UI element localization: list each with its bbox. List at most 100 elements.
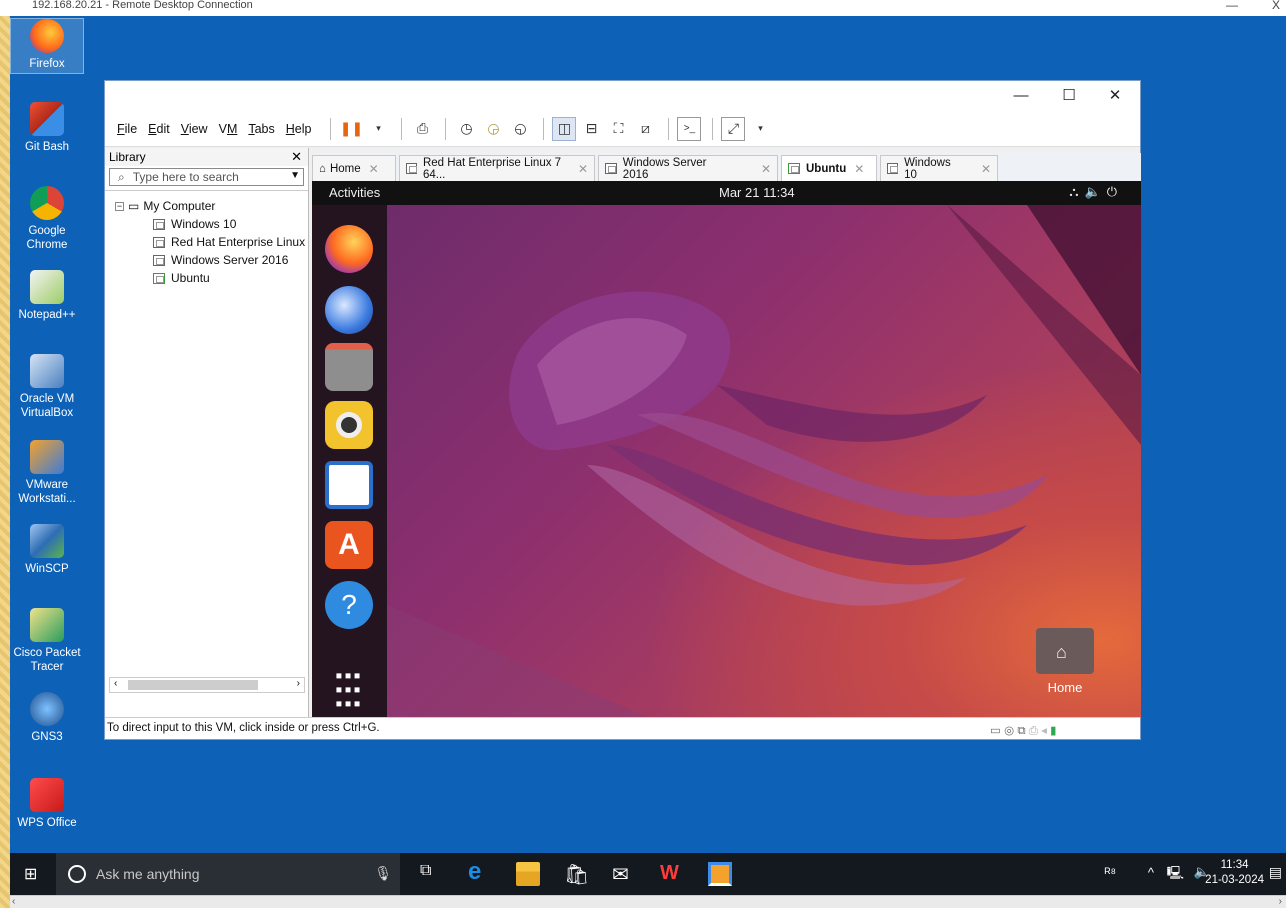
snapshot-revert-icon[interactable]: ◶ xyxy=(481,117,505,141)
tab-ubuntu[interactable]: Ubuntu ✕ xyxy=(781,155,877,181)
scroll-right-icon[interactable]: › xyxy=(297,678,300,689)
notifications-icon[interactable]: ▤ xyxy=(1269,864,1282,881)
tab-windows-10[interactable]: Windows 10 ✕ xyxy=(880,155,998,181)
system-menu-icons[interactable]: ⛬🔈⏻ xyxy=(1069,184,1123,200)
scroll-left-icon[interactable]: ‹ xyxy=(114,678,117,689)
hdd-icon[interactable]: ▭ xyxy=(990,725,1001,737)
tray-overflow-icon[interactable]: ^ xyxy=(1148,865,1154,880)
full-screen-icon[interactable]: ⛶ xyxy=(606,117,630,141)
chevron-down-icon[interactable]: ▾ xyxy=(366,117,390,141)
show-apps-grid-icon[interactable]: ▪▪▪ ▪▪▪ ▪▪▪ xyxy=(325,659,373,714)
microphone-icon[interactable]: 🎙︎ xyxy=(374,865,392,882)
library-horizontal-scrollbar[interactable]: ‹ › xyxy=(109,677,305,693)
tree-item-vm[interactable]: Windows 10 xyxy=(105,215,308,233)
desktop-icon-chrome[interactable]: Google Chrome xyxy=(10,186,84,252)
activities-button[interactable]: Activities xyxy=(329,185,380,200)
pause-icon[interactable]: ❚❚ xyxy=(339,117,363,141)
menu-file[interactable]: File xyxy=(117,122,137,136)
desktop-icon-firefox[interactable]: Firefox xyxy=(10,18,84,74)
desktop-icon-gns3[interactable]: GNS3 xyxy=(10,692,84,744)
windows-start-icon[interactable]: ⊞ xyxy=(24,864,37,884)
people-icon[interactable]: ᴿ⁸ xyxy=(1105,865,1116,880)
menu-edit[interactable]: Edit xyxy=(148,122,170,136)
menu-help[interactable]: Help xyxy=(286,122,312,136)
menu-view[interactable]: View xyxy=(181,122,208,136)
message-icon[interactable]: ▮ xyxy=(1050,725,1056,737)
desktop-icon-vmware[interactable]: VMware Workstati... xyxy=(10,440,84,506)
library-close-icon[interactable]: ✕ xyxy=(291,148,302,166)
tree-item-vm-running[interactable]: Ubuntu xyxy=(105,269,308,287)
vm-tab-strip: ⌂ Home ✕ Red Hat Enterprise Linux 7 64..… xyxy=(312,153,1141,181)
device-status-icons[interactable]: ▭ ◎ ⧉ ⎙ ◂ ▮ xyxy=(990,721,1120,737)
tab-windows-server[interactable]: Windows Server 2016 ✕ xyxy=(598,155,778,181)
windows-taskbar: ⊞ Ask me anything 🎙︎ ⧉ e 🛍︎ ✉ W ᴿ⁸ ^ 🖳 🔈… xyxy=(10,853,1286,895)
rhythmbox-icon[interactable] xyxy=(325,401,373,449)
close-tab-icon[interactable]: ✕ xyxy=(854,162,864,176)
tab-label: Home xyxy=(329,162,361,175)
menu-vm[interactable]: VM xyxy=(219,122,238,136)
minimize-button[interactable]: — xyxy=(998,85,1044,107)
show-library-icon[interactable]: ◫ xyxy=(552,116,577,141)
edge-icon[interactable]: e xyxy=(468,860,492,886)
tree-item-vm[interactable]: Windows Server 2016 xyxy=(105,251,308,269)
stretch-guest-icon[interactable]: ⤢ xyxy=(721,116,746,141)
mail-icon[interactable]: ✉ xyxy=(612,862,636,886)
close-tab-icon[interactable]: ✕ xyxy=(981,162,991,176)
desktop-icon-git-bash[interactable]: Git Bash xyxy=(10,102,84,154)
snapshot-take-icon[interactable]: ◷ xyxy=(454,117,478,141)
chevron-down-icon[interactable]: ▾ xyxy=(748,117,772,141)
scrollbar-thumb[interactable] xyxy=(128,680,258,690)
file-explorer-icon[interactable] xyxy=(516,862,540,886)
unity-icon[interactable]: ⧄ xyxy=(633,117,657,141)
cd-icon[interactable]: ◎ xyxy=(1004,725,1014,737)
help-icon[interactable]: ? xyxy=(325,581,373,629)
rdp-horizontal-scrollbar[interactable]: ‹ › xyxy=(10,895,1286,908)
wps-office-icon[interactable]: W xyxy=(660,862,684,886)
desktop-icon-packet-tracer[interactable]: Cisco Packet Tracer xyxy=(10,608,84,674)
sound-icon[interactable]: ◂ xyxy=(1041,725,1047,737)
close-tab-icon[interactable]: ✕ xyxy=(369,162,379,176)
files-icon[interactable] xyxy=(325,343,373,391)
tab-home[interactable]: ⌂ Home ✕ xyxy=(312,155,396,181)
firefox-icon[interactable] xyxy=(325,225,373,273)
library-pane: Library ✕ ⌕ Type here to search ▼ − ▭ My… xyxy=(105,148,309,719)
thunderbird-icon[interactable] xyxy=(325,286,373,334)
taskbar-clock[interactable]: 11:34 21-03-2024 xyxy=(1205,858,1264,888)
vm-guest-screen[interactable]: Activities Mar 21 11:34 ⛬🔈⏻ A ? ▪▪▪ ▪▪▪ … xyxy=(312,181,1141,717)
tree-item-my-computer[interactable]: − ▭ My Computer xyxy=(105,197,308,215)
network-icon[interactable]: ⧉ xyxy=(1017,725,1025,737)
task-view-icon[interactable]: ⧉ xyxy=(420,862,444,886)
desktop-home-folder[interactable]: ⌂ Home xyxy=(1033,628,1097,695)
network-icon[interactable]: 🖳 xyxy=(1167,864,1184,886)
menu-tabs[interactable]: Tabs xyxy=(248,122,274,136)
libreoffice-writer-icon[interactable] xyxy=(325,461,373,509)
printer-icon[interactable]: ⎙ xyxy=(1029,725,1038,737)
maximize-button[interactable]: ☐ xyxy=(1046,85,1092,107)
snapshot-manager-icon[interactable]: ◵ xyxy=(508,117,532,141)
desktop-icon-winscp[interactable]: WinSCP xyxy=(10,524,84,576)
desktop-icon-notepadpp[interactable]: Notepad++ xyxy=(10,270,84,322)
gnome-clock[interactable]: Mar 21 11:34 xyxy=(719,185,795,200)
desktop-icon-virtualbox[interactable]: Oracle VM VirtualBox xyxy=(10,354,84,420)
cortana-search-box[interactable]: Ask me anything 🎙︎ xyxy=(56,853,400,895)
tab-rhel[interactable]: Red Hat Enterprise Linux 7 64... ✕ xyxy=(399,155,595,181)
send-ctrl-alt-del-icon[interactable]: ⎙ xyxy=(410,117,434,141)
close-button[interactable]: ✕ xyxy=(1092,85,1138,107)
app-center-icon[interactable]: A xyxy=(325,521,373,569)
console-view-icon[interactable]: >_ xyxy=(677,116,702,141)
chevron-down-icon[interactable]: ▼ xyxy=(290,170,300,181)
desktop-icon-wps[interactable]: WPS Office xyxy=(10,778,84,830)
scroll-right-icon[interactable]: › xyxy=(1279,896,1282,907)
toolbar-separator xyxy=(712,117,714,140)
close-tab-icon[interactable]: ✕ xyxy=(578,162,588,176)
close-tab-icon[interactable]: ✕ xyxy=(761,162,771,176)
tree-item-vm[interactable]: Red Hat Enterprise Linux xyxy=(105,233,308,251)
library-search-input[interactable]: ⌕ Type here to search ▼ xyxy=(109,168,304,186)
rdp-minimize-button[interactable]: — xyxy=(1226,0,1238,11)
store-icon[interactable]: 🛍︎ xyxy=(564,862,589,886)
thumbnail-bar-icon[interactable]: ⊟ xyxy=(579,117,603,141)
vmware-taskbar-icon[interactable] xyxy=(708,862,732,886)
collapse-icon[interactable]: − xyxy=(115,201,124,211)
rdp-close-button[interactable]: X xyxy=(1272,0,1280,11)
scroll-left-icon[interactable]: ‹ xyxy=(12,896,15,907)
